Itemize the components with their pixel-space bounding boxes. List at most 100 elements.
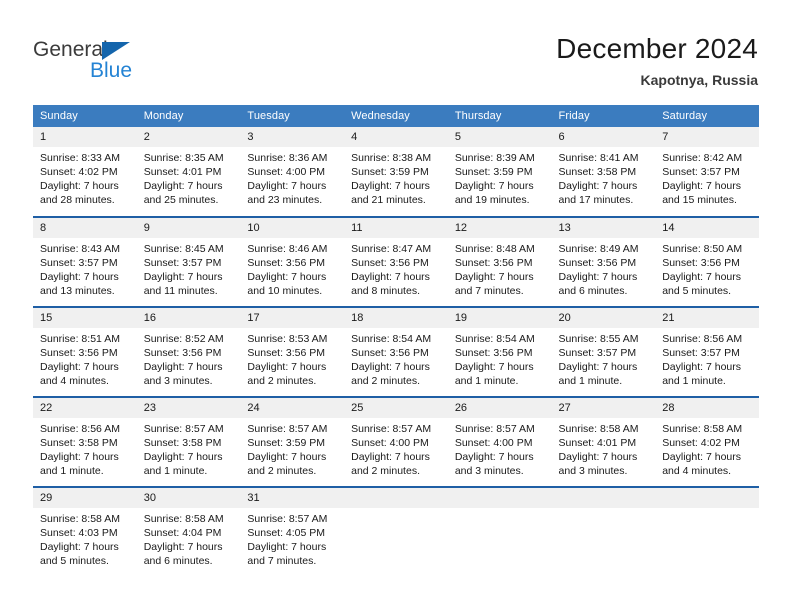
daylight-text-line2: and 2 minutes. (351, 375, 420, 387)
day-cell[interactable]: 27 Sunrise: 8:58 AM Sunset: 4:01 PM Dayl… (551, 396, 656, 487)
sunset-text: Sunset: 3:59 PM (351, 166, 429, 178)
generalblue-logo[interactable]: General Blue (33, 38, 213, 88)
day-cell[interactable]: 19 Sunrise: 8:54 AM Sunset: 3:56 PM Dayl… (447, 306, 552, 397)
weekday-header-monday: Monday (136, 105, 241, 127)
sunset-text: Sunset: 3:57 PM (40, 257, 118, 269)
sunset-text: Sunset: 3:57 PM (662, 166, 740, 178)
day-cell[interactable]: 14 Sunrise: 8:50 AM Sunset: 3:56 PM Dayl… (655, 216, 759, 307)
weekday-header-thursday: Thursday (447, 105, 552, 127)
sunrise-text: Sunrise: 8:48 AM (454, 243, 535, 255)
sunrise-text: Sunrise: 8:49 AM (558, 243, 639, 255)
daylight-text-line1: Daylight: 7 hours (662, 361, 742, 373)
day-cell[interactable]: 24 Sunrise: 8:57 AM Sunset: 3:59 PM Dayl… (240, 396, 345, 487)
day-number: 28 (655, 398, 759, 418)
day-cell[interactable]: 20 Sunrise: 8:55 AM Sunset: 3:57 PM Dayl… (551, 306, 656, 397)
day-details: Sunrise: 8:47 AM Sunset: 3:56 PM Dayligh… (344, 238, 448, 298)
day-cell[interactable]: 12 Sunrise: 8:48 AM Sunset: 3:56 PM Dayl… (447, 216, 552, 307)
sunrise-text: Sunrise: 8:43 AM (40, 243, 120, 255)
sunset-text: Sunset: 3:56 PM (454, 257, 533, 269)
daylight-text-line2: and 6 minutes. (143, 555, 213, 567)
day-cell[interactable]: 31 Sunrise: 8:57 AM Sunset: 4:05 PM Dayl… (240, 486, 345, 577)
sunrise-text: Sunrise: 8:33 AM (40, 152, 120, 164)
daylight-text-line1: Daylight: 7 hours (351, 180, 430, 192)
title-block: December 2024 Kapotnya, Russia (556, 32, 758, 90)
day-details: Sunrise: 8:52 AM Sunset: 3:56 PM Dayligh… (137, 328, 241, 388)
daylight-text-line2: and 25 minutes. (143, 194, 219, 206)
daylight-text-line2: and 1 minute. (143, 465, 208, 477)
daylight-text-line1: Daylight: 7 hours (247, 180, 327, 192)
sunrise-text: Sunrise: 8:57 AM (351, 423, 432, 435)
daylight-text-line1: Daylight: 7 hours (143, 541, 223, 553)
daylight-text-line2: and 2 minutes. (247, 375, 317, 387)
day-details: Sunrise: 8:45 AM Sunset: 3:57 PM Dayligh… (137, 238, 241, 298)
day-cell[interactable]: 1 Sunrise: 8:33 AM Sunset: 4:02 PM Dayli… (33, 127, 137, 217)
day-details: Sunrise: 8:58 AM Sunset: 4:02 PM Dayligh… (655, 418, 759, 478)
day-cell[interactable]: 10 Sunrise: 8:46 AM Sunset: 3:56 PM Dayl… (240, 216, 345, 307)
sunset-text: Sunset: 4:00 PM (247, 166, 326, 178)
day-number: 24 (240, 398, 345, 418)
day-number: 2 (136, 127, 241, 147)
sunset-text: Sunset: 4:05 PM (247, 527, 326, 539)
day-cell[interactable]: 2 Sunrise: 8:35 AM Sunset: 4:01 PM Dayli… (136, 127, 241, 217)
daylight-text-line2: and 1 minute. (40, 465, 104, 477)
daylight-text-line1: Daylight: 7 hours (247, 451, 327, 463)
sunrise-text: Sunrise: 8:58 AM (143, 513, 224, 525)
day-cell[interactable]: 3 Sunrise: 8:36 AM Sunset: 4:00 PM Dayli… (240, 127, 345, 217)
day-cell[interactable]: 15 Sunrise: 8:51 AM Sunset: 3:56 PM Dayl… (33, 306, 137, 397)
day-cell[interactable]: 29 Sunrise: 8:58 AM Sunset: 4:03 PM Dayl… (33, 486, 137, 577)
sunset-text: Sunset: 3:56 PM (351, 257, 429, 269)
daylight-text-line1: Daylight: 7 hours (40, 541, 119, 553)
sunrise-text: Sunrise: 8:58 AM (40, 513, 120, 525)
day-cell[interactable]: 4 Sunrise: 8:38 AM Sunset: 3:59 PM Dayli… (344, 127, 448, 217)
day-cell[interactable]: 5 Sunrise: 8:39 AM Sunset: 3:59 PM Dayli… (447, 127, 552, 217)
day-cell[interactable]: 28 Sunrise: 8:58 AM Sunset: 4:02 PM Dayl… (655, 396, 759, 487)
weekday-header-tuesday: Tuesday (240, 105, 345, 127)
daylight-text-line1: Daylight: 7 hours (143, 180, 223, 192)
daylight-text-line2: and 28 minutes. (40, 194, 115, 206)
day-cell[interactable]: 8 Sunrise: 8:43 AM Sunset: 3:57 PM Dayli… (33, 216, 137, 307)
sunset-text: Sunset: 3:57 PM (143, 257, 222, 269)
day-number (344, 488, 448, 508)
sunset-text: Sunset: 3:58 PM (143, 437, 222, 449)
daylight-text-line2: and 8 minutes. (351, 285, 420, 297)
daylight-text-line1: Daylight: 7 hours (454, 271, 534, 283)
day-details: Sunrise: 8:39 AM Sunset: 3:59 PM Dayligh… (448, 147, 552, 207)
sunset-text: Sunset: 3:56 PM (351, 347, 429, 359)
day-cell[interactable]: 9 Sunrise: 8:45 AM Sunset: 3:57 PM Dayli… (136, 216, 241, 307)
daylight-text-line1: Daylight: 7 hours (143, 451, 223, 463)
day-number: 1 (33, 127, 137, 147)
day-cell[interactable]: 21 Sunrise: 8:56 AM Sunset: 3:57 PM Dayl… (655, 306, 759, 397)
daylight-text-line1: Daylight: 7 hours (351, 451, 430, 463)
day-details: Sunrise: 8:43 AM Sunset: 3:57 PM Dayligh… (33, 238, 137, 298)
day-cell[interactable]: 11 Sunrise: 8:47 AM Sunset: 3:56 PM Dayl… (344, 216, 448, 307)
day-cell[interactable]: 25 Sunrise: 8:57 AM Sunset: 4:00 PM Dayl… (344, 396, 448, 487)
day-number: 30 (136, 488, 241, 508)
day-cell[interactable]: 18 Sunrise: 8:54 AM Sunset: 3:56 PM Dayl… (344, 306, 448, 397)
day-cell[interactable]: 22 Sunrise: 8:56 AM Sunset: 3:58 PM Dayl… (33, 396, 137, 487)
sunrise-text: Sunrise: 8:57 AM (247, 423, 328, 435)
day-cell[interactable]: 30 Sunrise: 8:58 AM Sunset: 4:04 PM Dayl… (136, 486, 241, 577)
day-details: Sunrise: 8:57 AM Sunset: 3:58 PM Dayligh… (137, 418, 241, 478)
day-cell[interactable]: 6 Sunrise: 8:41 AM Sunset: 3:58 PM Dayli… (551, 127, 656, 217)
day-cell[interactable]: 7 Sunrise: 8:42 AM Sunset: 3:57 PM Dayli… (655, 127, 759, 217)
calendar-table: Sunday Monday Tuesday Wednesday Thursday… (33, 105, 759, 577)
calendar-week-row: 22 Sunrise: 8:56 AM Sunset: 3:58 PM Dayl… (33, 396, 759, 487)
day-cell[interactable]: 13 Sunrise: 8:49 AM Sunset: 3:56 PM Dayl… (551, 216, 656, 307)
daylight-text-line2: and 5 minutes. (40, 555, 109, 567)
weekday-header-friday: Friday (551, 105, 656, 127)
sunset-text: Sunset: 4:00 PM (454, 437, 533, 449)
day-cell[interactable]: 23 Sunrise: 8:57 AM Sunset: 3:58 PM Dayl… (136, 396, 241, 487)
day-number: 27 (551, 398, 656, 418)
day-number: 15 (33, 308, 137, 328)
daylight-text-line2: and 21 minutes. (351, 194, 426, 206)
sunset-text: Sunset: 3:56 PM (143, 347, 222, 359)
daylight-text-line2: and 2 minutes. (247, 465, 317, 477)
daylight-text-line1: Daylight: 7 hours (247, 541, 327, 553)
day-cell[interactable]: 26 Sunrise: 8:57 AM Sunset: 4:00 PM Dayl… (447, 396, 552, 487)
sunrise-text: Sunrise: 8:46 AM (247, 243, 328, 255)
sunrise-text: Sunrise: 8:42 AM (662, 152, 743, 164)
day-cell[interactable]: 16 Sunrise: 8:52 AM Sunset: 3:56 PM Dayl… (136, 306, 241, 397)
sunrise-text: Sunrise: 8:38 AM (351, 152, 432, 164)
day-cell[interactable]: 17 Sunrise: 8:53 AM Sunset: 3:56 PM Dayl… (240, 306, 345, 397)
day-details: Sunrise: 8:50 AM Sunset: 3:56 PM Dayligh… (655, 238, 759, 298)
